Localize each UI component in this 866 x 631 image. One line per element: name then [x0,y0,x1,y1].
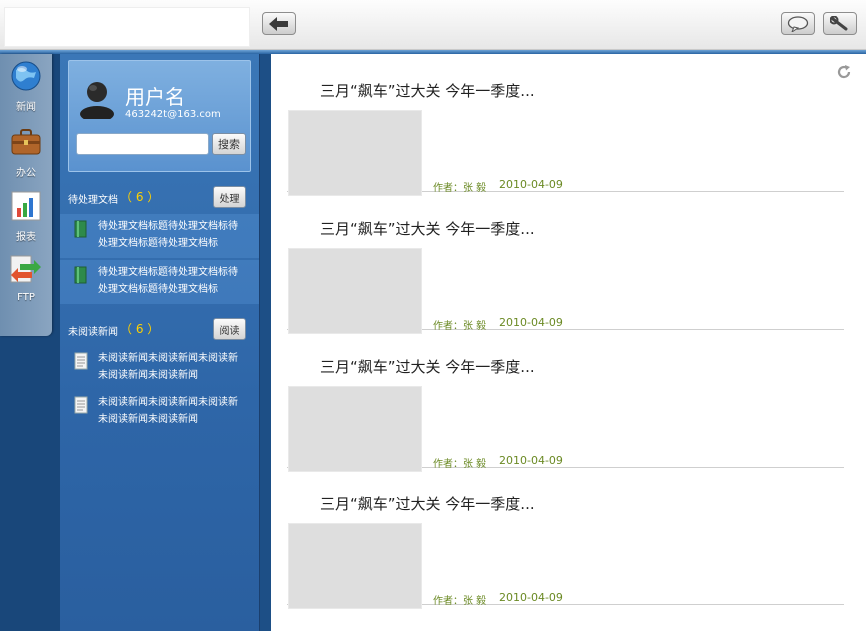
search-button[interactable]: 搜索 [212,133,246,155]
pending-docs-title: 待处理文档 [68,195,118,206]
news-title: 三月“飙车”过大关 今年一季度... [320,220,535,238]
read-button[interactable]: 阅读 [213,318,246,340]
news-list: 三月“飙车”过大关 今年一季度... 作者：张 毅 2010-04-09 三月“… [271,54,866,631]
news-item[interactable]: 三月“飙车”过大关 今年一季度... 作者：张 毅 2010-04-09 [287,467,844,609]
back-button[interactable] [262,12,296,35]
user-email: 463242t@163.com [125,109,221,120]
search-input[interactable] [76,133,209,155]
nav-item-ftp[interactable]: FTP [0,254,52,303]
document-icon [74,266,87,284]
pending-doc-text: 待处理文档标题待处理文档标待处理文档标题待处理文档标 [98,221,238,249]
pending-doc-item[interactable]: 待处理文档标题待处理文档标待处理文档标题待处理文档标 [60,260,259,304]
news-author: 作者：张 毅 [433,596,487,607]
middle-panel: 用户名 463242t@163.com 搜索 待处理文档 （ 6 ） 处理 待处… [60,54,260,631]
news-item[interactable]: 三月“飙车”过大关 今年一季度... 作者：张 毅 2010-04-09 [287,54,844,196]
news-doc-icon [74,352,88,370]
nav-item-news[interactable]: 新闻 [0,60,52,113]
news-date: 2010-04-09 [499,454,563,467]
nav-item-office[interactable]: 办公 [0,126,52,179]
news-item[interactable]: 三月“飙车”过大关 今年一季度... 作者：张 毅 2010-04-09 [287,192,844,334]
unread-news-item[interactable]: 未阅读新闻未阅读新闻未阅读新未阅读新闻未阅读新闻 [60,390,259,434]
avatar [80,82,114,119]
unread-news-count: （ 6 ） [120,322,160,336]
news-title: 三月“飙车”过大关 今年一季度... [320,358,535,376]
pending-docs-count: （ 6 ） [120,190,160,204]
pending-docs-header: 待处理文档 （ 6 ） 处理 [68,184,254,212]
bar-chart-icon [11,191,41,221]
news-thumbnail [288,248,422,334]
news-thumbnail [288,110,422,196]
ftp-transfer-icon [10,255,41,283]
unread-news-text: 未阅读新闻未阅读新闻未阅读新未阅读新闻未阅读新闻 [98,353,238,381]
unread-news-item[interactable]: 未阅读新闻未阅读新闻未阅读新未阅读新闻未阅读新闻 [60,346,259,390]
nav-label-ftp: FTP [17,292,35,303]
globe-icon [11,61,41,91]
document-icon [74,220,87,238]
unread-news-header: 未阅读新闻 （ 6 ） 阅读 [68,316,254,344]
pending-doc-text: 待处理文档标题待处理文档标待处理文档标题待处理文档标 [98,267,238,295]
news-date: 2010-04-09 [499,591,563,604]
news-title: 三月“飙车”过大关 今年一季度... [320,82,535,100]
pending-doc-item[interactable]: 待处理文档标题待处理文档标待处理文档标题待处理文档标 [60,214,259,258]
news-thumbnail [288,386,422,472]
username: 用户名 [125,85,185,109]
process-button[interactable]: 处理 [213,186,246,208]
briefcase-icon [11,129,41,155]
news-title: 三月“飙车”过大关 今年一季度... [320,495,535,513]
news-thumbnail [288,523,422,609]
news-item[interactable]: 三月“飙车”过大关 今年一季度... 作者：张 毅 2010-04-09 [287,330,844,472]
user-card: 用户名 463242t@163.com 搜索 [68,60,251,172]
settings-button[interactable] [823,12,857,35]
news-doc-icon [74,396,88,414]
news-date: 2010-04-09 [499,178,563,191]
speech-bubble-icon [787,15,809,32]
panel-divider [261,54,271,631]
chat-button[interactable] [781,12,815,35]
nav-label-news: 新闻 [16,102,36,113]
wrench-icon [830,15,848,30]
top-toolbar [0,0,866,50]
arrow-left-icon [269,16,288,31]
nav-label-reports: 报表 [16,232,36,243]
news-date: 2010-04-09 [499,316,563,329]
nav-item-reports[interactable]: 报表 [0,190,52,243]
icon-sidebar: 新闻 办公 报表 FTP [0,54,60,631]
title-area [4,7,250,47]
nav-label-office: 办公 [16,168,36,179]
unread-news-title: 未阅读新闻 [68,327,118,338]
icon-sidebar-panel: 新闻 办公 报表 FTP [0,54,52,336]
unread-news-text: 未阅读新闻未阅读新闻未阅读新未阅读新闻未阅读新闻 [98,397,238,425]
